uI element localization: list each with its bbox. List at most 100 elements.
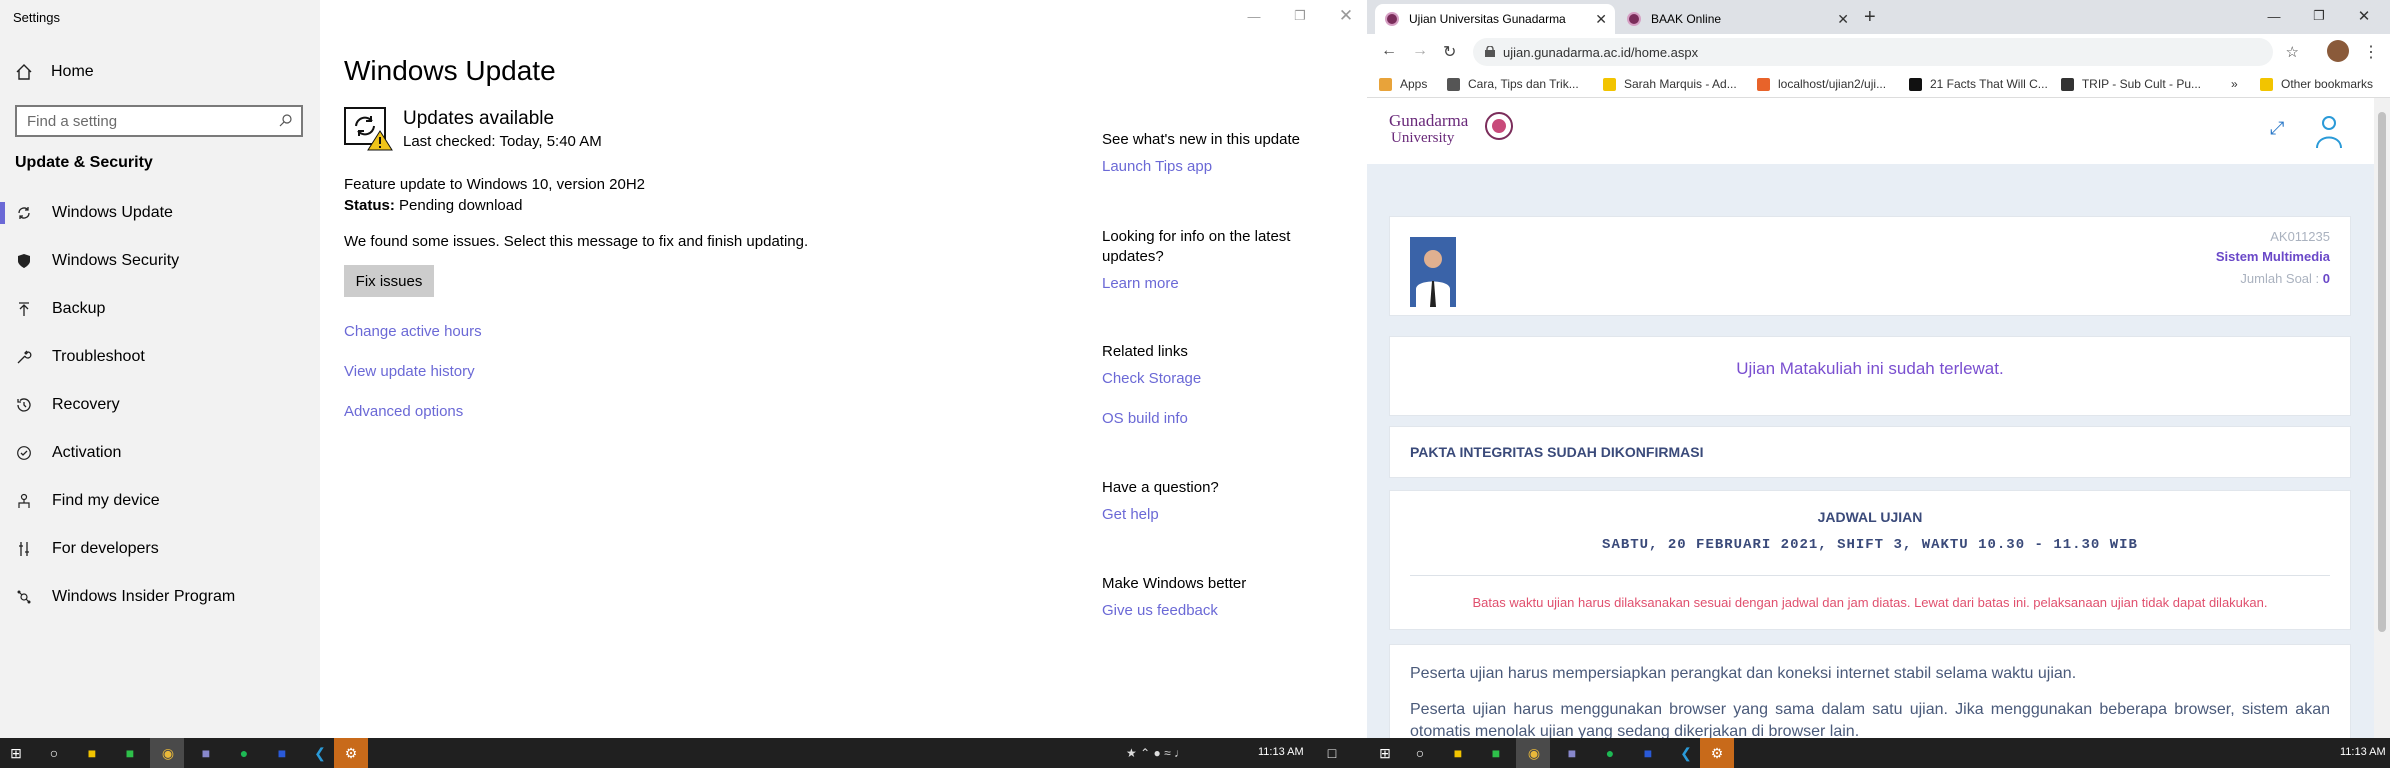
line-app-icon[interactable]: ■: [120, 743, 140, 763]
restore-icon[interactable]: ❐: [1290, 6, 1310, 26]
exam-status-card: Ujian Matakuliah ini sudah terlewat.: [1389, 336, 2351, 416]
last-checked: Last checked: Today, 5:40 AM: [403, 133, 602, 150]
sidebar-item-find-my-device[interactable]: Find my device: [0, 481, 320, 521]
clock[interactable]: 11:13 AM: [1258, 746, 1304, 758]
change-active-hours-link[interactable]: Change active hours: [344, 323, 482, 340]
photoshop-icon[interactable]: ■: [272, 743, 292, 763]
bookmark-favicon-icon: [2061, 77, 2074, 91]
bookmark-item[interactable]: 21 Facts That Will C...: [1909, 75, 2049, 93]
window-title: Settings: [13, 10, 60, 25]
bookmarks-bar: Apps Cara, Tips dan Trik... Sarah Marqui…: [1367, 70, 2390, 98]
fullscreen-icon[interactable]: ⤢: [2270, 118, 2284, 139]
app-icon[interactable]: ■: [196, 743, 216, 763]
tab-ujian[interactable]: Ujian Universitas Gunadarma ✕: [1375, 4, 1615, 34]
close-icon[interactable]: ✕: [1336, 6, 1356, 26]
forward-icon[interactable]: →: [1412, 42, 1428, 60]
other-bookmarks[interactable]: Other bookmarks: [2260, 75, 2373, 93]
sidebar-item-windows-insider[interactable]: Windows Insider Program: [0, 577, 320, 617]
sidebar-item-windows-update[interactable]: Windows Update: [0, 193, 320, 233]
bookmarks-overflow-icon[interactable]: »: [2231, 75, 2238, 93]
site-header: Gunadarma University ⤢: [1367, 98, 2374, 164]
notification-icon[interactable]: □: [1322, 743, 1342, 763]
minimize-icon[interactable]: —: [1244, 6, 1264, 26]
page-scrollbar[interactable]: [2374, 98, 2390, 738]
bookmark-favicon-icon: [1603, 77, 1616, 91]
check-circle-icon: [14, 443, 34, 463]
launch-tips-link[interactable]: Launch Tips app: [1102, 158, 1212, 175]
new-tab-icon[interactable]: +: [1864, 6, 1876, 29]
sidebar-item-for-developers[interactable]: For developers: [0, 529, 320, 569]
sidebar-item-windows-security[interactable]: Windows Security: [0, 241, 320, 281]
sidebar-item-activation[interactable]: Activation: [0, 433, 320, 473]
menu-icon[interactable]: ⋮: [2363, 42, 2379, 62]
bookmark-label: localhost/ujian2/uji...: [1778, 77, 1887, 91]
advanced-options-link[interactable]: Advanced options: [344, 403, 463, 420]
spotify-icon[interactable]: ●: [1600, 743, 1620, 763]
update-warning-icon: [344, 107, 393, 151]
bookmark-item[interactable]: TRIP - Sub Cult - Pu...: [2061, 75, 2201, 93]
chrome-icon[interactable]: ◉: [1524, 743, 1544, 763]
close-icon[interactable]: ✕: [2354, 6, 2374, 26]
gunadarma-favicon-icon: [1385, 12, 1399, 26]
gear-icon[interactable]: ⚙: [1707, 743, 1727, 763]
file-explorer-icon[interactable]: ■: [82, 743, 102, 763]
cortana-icon[interactable]: ○: [44, 743, 64, 763]
back-icon[interactable]: ←: [1381, 42, 1397, 60]
scrollbar-thumb[interactable]: [2378, 112, 2386, 632]
bookmark-apps[interactable]: Apps: [1379, 75, 1427, 93]
avatar[interactable]: [2327, 40, 2349, 62]
sidebar-item-troubleshoot[interactable]: Troubleshoot: [0, 337, 320, 377]
vscode-icon[interactable]: ❮: [310, 743, 330, 763]
divider: [1410, 575, 2330, 576]
line-app-icon[interactable]: ■: [1486, 743, 1506, 763]
browser-window: Ujian Universitas Gunadarma ✕ BAAK Onlin…: [1367, 0, 2390, 738]
chrome-icon[interactable]: ◉: [158, 743, 178, 763]
bookmark-item[interactable]: Cara, Tips dan Trik...: [1447, 75, 1587, 93]
check-storage-link[interactable]: Check Storage: [1102, 370, 1201, 387]
person-pin-icon: [14, 491, 34, 511]
file-explorer-icon[interactable]: ■: [1448, 743, 1468, 763]
issue-message[interactable]: We found some issues. Select this messag…: [344, 233, 808, 250]
spotify-icon[interactable]: ●: [234, 743, 254, 763]
gunadarma-logo[interactable]: Gunadarma University: [1389, 106, 1519, 156]
sidebar-item-backup[interactable]: Backup: [0, 289, 320, 329]
close-tab-icon[interactable]: ✕: [1595, 11, 1607, 28]
feedback-link[interactable]: Give us feedback: [1102, 602, 1218, 619]
pakta-card: PAKTA INTEGRITAS SUDAH DIKONFIRMASI: [1389, 426, 2351, 478]
bookmark-star-icon[interactable]: ☆: [2286, 43, 2299, 61]
start-icon[interactable]: ⊞: [1375, 743, 1395, 763]
bookmark-item[interactable]: localhost/ujian2/uji...: [1757, 75, 1897, 93]
address-bar[interactable]: ujian.gunadarma.ac.id/home.aspx ☆: [1473, 38, 2299, 66]
question-count-value: 0: [2322, 271, 2330, 286]
vscode-icon[interactable]: ❮: [1676, 743, 1696, 763]
sidebar-item-label: For developers: [52, 540, 159, 557]
gear-icon[interactable]: ⚙: [341, 743, 361, 763]
tab-baak[interactable]: BAAK Online ✕: [1617, 4, 1857, 34]
developer-icon: [14, 539, 34, 559]
reload-icon[interactable]: ↻: [1443, 42, 1456, 62]
clock[interactable]: 11:13 AM: [2340, 746, 2386, 758]
close-tab-icon[interactable]: ✕: [1837, 11, 1849, 28]
search-input[interactable]: Find a setting: [15, 105, 303, 137]
learn-more-link[interactable]: Learn more: [1102, 275, 1179, 292]
question-count: Jumlah Soal : 0: [2240, 271, 2330, 286]
photoshop-icon[interactable]: ■: [1638, 743, 1658, 763]
home-nav[interactable]: Home: [15, 60, 94, 84]
pakta-status: PAKTA INTEGRITAS SUDAH DIKONFIRMASI: [1410, 444, 1704, 460]
view-update-history-link[interactable]: View update history: [344, 363, 475, 380]
bookmark-favicon-icon: [1447, 77, 1460, 91]
restore-icon[interactable]: ❐: [2309, 6, 2329, 26]
os-build-info-link[interactable]: OS build info: [1102, 410, 1188, 427]
svg-text:Gunadarma: Gunadarma: [1389, 111, 1469, 130]
fix-issues-button[interactable]: Fix issues: [344, 265, 434, 297]
user-avatar-icon[interactable]: [2315, 114, 2343, 148]
app-icon[interactable]: ■: [1562, 743, 1582, 763]
start-icon[interactable]: ⊞: [6, 743, 26, 763]
cortana-icon[interactable]: ○: [1410, 743, 1430, 763]
get-help-link[interactable]: Get help: [1102, 506, 1159, 523]
search-icon: [279, 114, 292, 127]
sidebar-item-recovery[interactable]: Recovery: [0, 385, 320, 425]
minimize-icon[interactable]: —: [2264, 6, 2284, 26]
bookmark-item[interactable]: Sarah Marquis - Ad...: [1603, 75, 1743, 93]
tray-icons[interactable]: ★ ⌃ ● ≈ ♩: [1126, 746, 1186, 760]
